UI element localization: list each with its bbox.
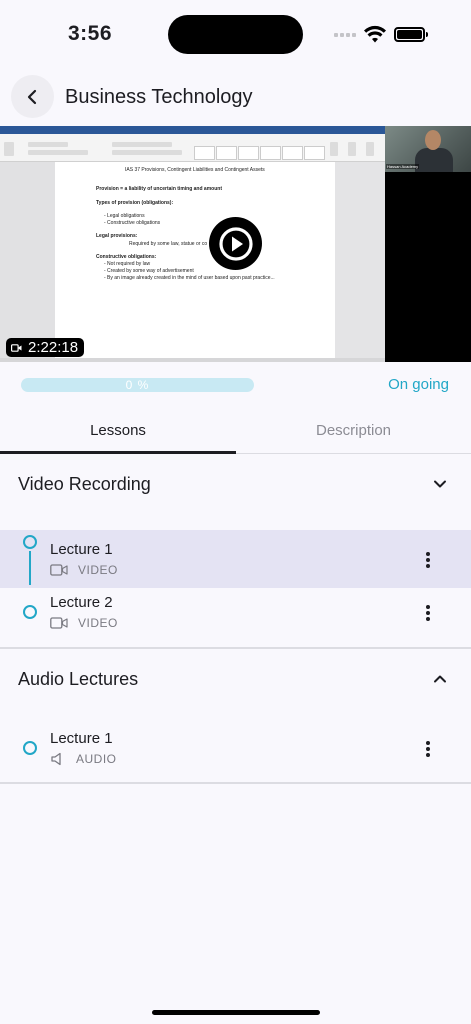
tab-description[interactable]: Description <box>236 406 471 454</box>
section-divider <box>0 782 471 784</box>
progress-label: 0 % <box>125 378 150 392</box>
status-time: 3:56 <box>68 22 113 45</box>
video-camera-icon <box>50 617 68 629</box>
more-options-button[interactable] <box>421 603 435 623</box>
doc-title-line: IAS 37 Provisions, Contingent Liabilitie… <box>125 167 265 173</box>
lesson-title: Lecture 1 <box>50 730 113 747</box>
tab-lessons[interactable]: Lessons <box>0 406 236 454</box>
doc-line: Constructive obligations: <box>96 254 157 260</box>
lesson-type: VIDEO <box>78 616 118 630</box>
cellular-signal-icon <box>334 33 356 37</box>
document-page: IAS 37 Provisions, Contingent Liabilitie… <box>55 162 335 358</box>
chevron-down-icon <box>434 480 446 488</box>
section-header-video-recording[interactable]: Video Recording <box>0 453 471 515</box>
section-header-audio-lectures[interactable]: Audio Lectures <box>0 648 471 710</box>
chevron-up-icon <box>434 675 446 683</box>
duration-badge: 2:22:18 <box>6 338 85 357</box>
play-icon <box>218 226 253 261</box>
lesson-item[interactable]: Lecture 2 VIDEO <box>0 588 471 646</box>
doc-line: - Constructive obligations <box>104 220 161 226</box>
battery-icon <box>394 27 428 42</box>
more-options-button[interactable] <box>421 739 435 759</box>
lesson-item[interactable]: Lecture 1 AUDIO <box>0 724 471 782</box>
doc-line: Types of provision (obligations): <box>96 200 174 206</box>
lesson-status-circle <box>23 741 37 755</box>
video-frame-document: IAS 37 Provisions, Contingent Liabilitie… <box>0 126 385 362</box>
more-options-button[interactable] <box>421 550 435 570</box>
wifi-icon <box>364 25 386 43</box>
video-camera-icon <box>50 564 68 576</box>
course-progress-bar: 0 % <box>21 378 254 392</box>
tab-bar: Lessons Description <box>0 406 471 454</box>
home-indicator <box>152 1010 320 1015</box>
word-ribbon <box>0 134 385 162</box>
lesson-title: Lecture 2 <box>50 594 113 611</box>
back-button[interactable] <box>11 75 54 118</box>
lesson-type: VIDEO <box>78 563 118 577</box>
doc-line: - Created by some way of advertisement <box>104 268 194 274</box>
doc-line: Provision = a liability of uncertain tim… <box>96 186 222 192</box>
chevron-left-icon <box>27 89 36 104</box>
play-button[interactable] <box>209 217 262 270</box>
lesson-connector <box>29 551 31 585</box>
video-player[interactable]: IAS 37 Provisions, Contingent Liabilitie… <box>0 126 471 362</box>
doc-line: - Legal obligations <box>104 213 145 219</box>
lesson-status-circle <box>23 605 37 619</box>
doc-line: Legal provisions: <box>96 233 138 239</box>
tab-label: Description <box>315 421 392 439</box>
dynamic-island <box>168 15 303 54</box>
doc-line: Required by some law, statue or co <box>129 241 208 247</box>
presenter-name: Hassan Academy <box>386 164 420 169</box>
section-title: Video Recording <box>18 473 151 494</box>
lesson-status-circle <box>23 535 37 549</box>
duration-text: 2:22:18 <box>28 339 79 356</box>
doc-line: - Not required by law <box>104 261 151 267</box>
status-bar: 3:56 <box>0 0 471 70</box>
page-title: Business Technology <box>65 86 253 108</box>
doc-line: - By an image already created in the min… <box>104 275 275 281</box>
video-camera-icon <box>11 343 22 352</box>
speaker-icon <box>51 752 61 766</box>
presenter-camera: Hassan Academy <box>385 126 471 362</box>
lesson-title: Lecture 1 <box>50 541 113 558</box>
lesson-item[interactable]: Lecture 1 VIDEO <box>0 530 471 588</box>
course-status: On going <box>388 376 449 393</box>
section-title: Audio Lectures <box>18 668 139 689</box>
tab-label: Lessons <box>90 421 146 439</box>
lesson-type: AUDIO <box>76 752 117 766</box>
